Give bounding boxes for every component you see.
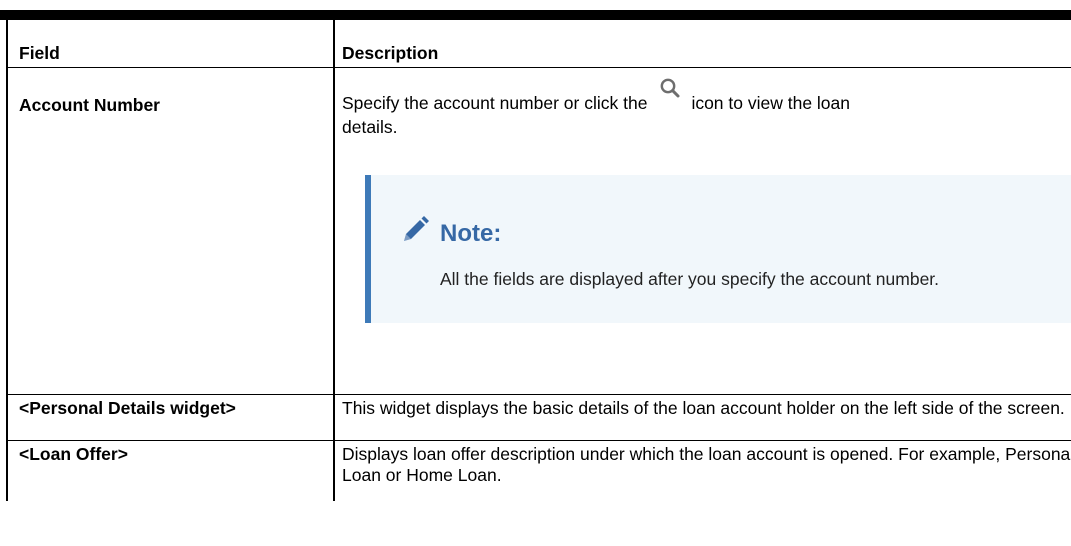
description-cell: Displays loan offer description under wh…	[334, 441, 1071, 502]
table-row: Account Number Specify the account numbe…	[6, 67, 1071, 395]
header-description-label: Description	[342, 43, 439, 63]
search-icon	[647, 78, 691, 117]
field-cell: <Personal Details widget>	[6, 394, 335, 441]
note-callout: Note: All the fields are displayed after…	[365, 175, 1071, 323]
loan-offer-description: Displays loan offer description under wh…	[342, 444, 1071, 485]
field-description-table: Field Description Account Number Specify…	[6, 20, 1071, 501]
field-cell: <Loan Offer>	[6, 440, 335, 501]
field-name-personal-details-widget: <Personal Details widget>	[19, 398, 236, 418]
note-title: Note:	[440, 219, 502, 247]
pencil-icon	[400, 215, 440, 252]
personal-details-description: This widget displays the basic details o…	[342, 398, 1065, 418]
description-text-line2: details.	[342, 117, 398, 137]
header-cell-field: Field	[6, 20, 335, 68]
table-row: <Loan Offer> Displays loan offer descrip…	[6, 440, 1071, 502]
description-cell: This widget displays the basic details o…	[334, 394, 1071, 441]
field-name-loan-offer: <Loan Offer>	[19, 444, 128, 464]
header-cell-description: Description	[334, 20, 1071, 68]
table-row: <Personal Details widget> This widget di…	[6, 394, 1071, 441]
description-cell: Specify the account number or click the i…	[334, 67, 1071, 395]
note-heading: Note:	[400, 215, 501, 252]
description-text-part1: Specify the account number or click the	[342, 93, 648, 113]
header-field-label: Field	[19, 43, 60, 63]
table-header-row: Field Description	[6, 20, 1071, 68]
field-cell: Account Number	[6, 67, 335, 395]
field-name-account-number: Account Number	[19, 95, 160, 115]
account-number-description: Specify the account number or click the i…	[342, 68, 1071, 138]
note-text: All the fields are displayed after you s…	[440, 269, 940, 289]
description-text-part2: icon to view the loan	[691, 93, 851, 113]
top-rule	[0, 10, 1071, 20]
